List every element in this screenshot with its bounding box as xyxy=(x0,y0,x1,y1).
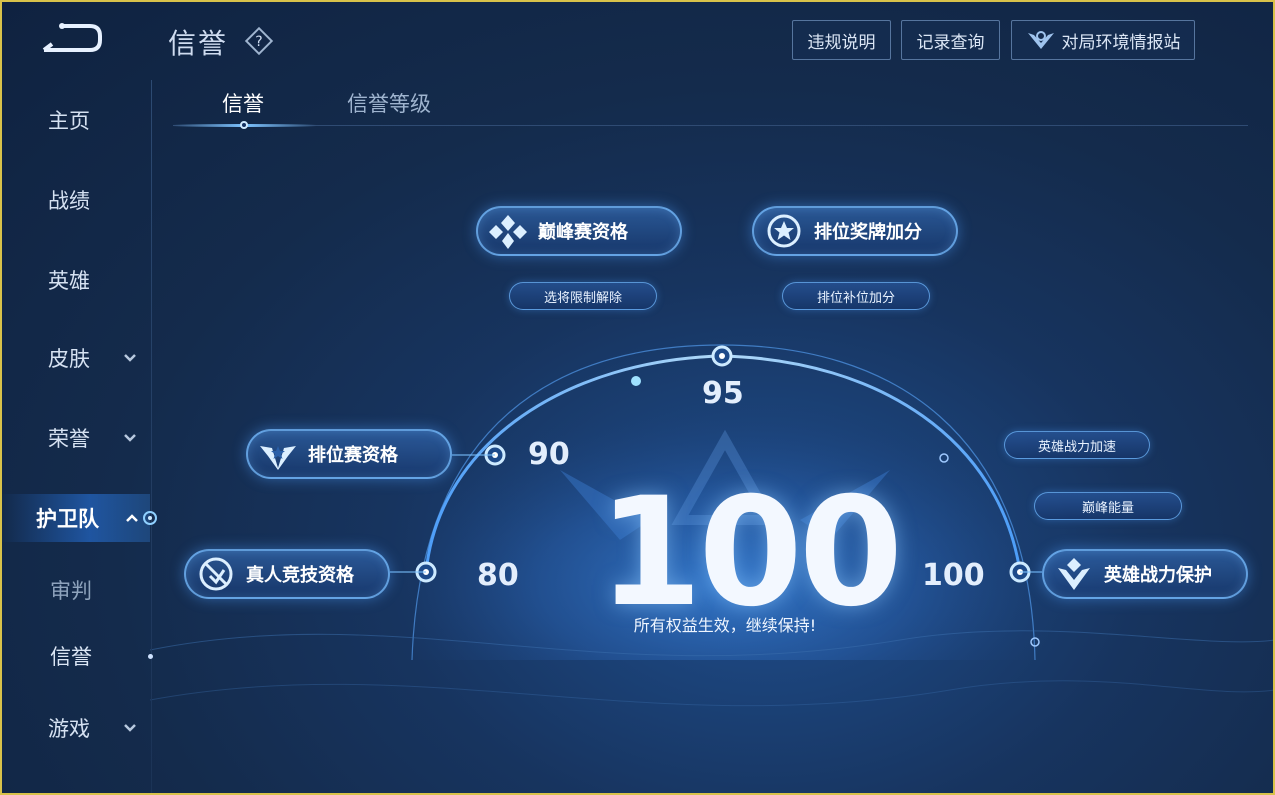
sidebar-item-judgment[interactable]: 审判 xyxy=(0,566,150,614)
credit-arc-graphic xyxy=(149,344,1275,707)
active-indicator xyxy=(143,511,157,525)
real-player-qualification-label: 真人竞技资格 xyxy=(246,565,354,586)
hero-power-protect-label: 英雄战力保护 xyxy=(1104,565,1212,586)
sidebar-item-heroes[interactable]: 英雄 xyxy=(0,256,150,304)
sidebar-item-label: 荣誉 xyxy=(48,427,90,451)
help-icon[interactable]: ? xyxy=(244,26,274,56)
rank-fill-bonus-pill[interactable]: 排位补位加分 xyxy=(782,282,930,310)
rank-medal-bonus-pill[interactable]: 排位奖牌加分 xyxy=(752,206,958,256)
match-environment-station-label: 对局环境情报站 xyxy=(1061,32,1181,53)
violation-rules-button[interactable]: 违规说明 xyxy=(792,20,891,60)
peak-energy-pill[interactable]: 巅峰能量 xyxy=(1034,492,1182,520)
ranked-qualification-label: 排位赛资格 xyxy=(308,445,398,466)
sidebar-item-credit[interactable]: 信誉 xyxy=(0,632,153,680)
tab-credit[interactable]: 信誉 xyxy=(222,88,264,118)
threshold-80: 80 xyxy=(477,558,519,593)
sidebar-item-game[interactable]: 游戏 xyxy=(0,704,150,752)
peak-qualification-pill[interactable]: 巅峰赛资格 xyxy=(476,206,682,256)
sidebar-item-label: 审判 xyxy=(50,579,92,603)
chevron-down-icon xyxy=(124,434,136,442)
violation-rules-label: 违规说明 xyxy=(807,32,876,53)
back-icon[interactable] xyxy=(38,22,104,54)
node-100 xyxy=(1009,561,1031,583)
chevron-up-icon xyxy=(126,514,138,522)
sidebar-item-label: 信誉 xyxy=(50,645,92,669)
medal-star-icon xyxy=(767,214,801,248)
peak-energy-label: 巅峰能量 xyxy=(1081,500,1134,516)
power-protect-icon xyxy=(1058,558,1090,590)
tab-divider xyxy=(173,125,1248,126)
sidebar-item-label: 护卫队 xyxy=(36,507,99,531)
peak-diamond-icon xyxy=(489,215,527,249)
sidebar-item-label: 游戏 xyxy=(48,717,90,741)
score-message: 所有权益生效，继续保持! xyxy=(633,616,817,635)
node-95 xyxy=(711,345,733,367)
sidebar-item-honor[interactable]: 荣誉 xyxy=(0,414,150,462)
hero-power-boost-pill[interactable]: 英雄战力加速 xyxy=(1004,431,1150,459)
threshold-100: 100 xyxy=(922,558,985,593)
sidebar-item-label: 英雄 xyxy=(48,269,90,293)
selected-dot xyxy=(148,653,153,659)
chevron-down-icon xyxy=(124,354,136,362)
ranked-wing-star-icon xyxy=(260,446,296,470)
sidebar-item-guard[interactable]: 护卫队 xyxy=(0,494,157,542)
ranked-qualification-pill[interactable]: 排位赛资格 xyxy=(246,429,452,479)
sidebar-item-skins[interactable]: 皮肤 xyxy=(0,334,150,382)
pick-restriction-lifted-pill[interactable]: 选将限制解除 xyxy=(509,282,657,310)
real-player-qualification-pill[interactable]: 真人竞技资格 xyxy=(184,549,390,599)
sidebar-item-record[interactable]: 战绩 xyxy=(0,176,150,224)
hero-power-protect-pill[interactable]: 英雄战力保护 xyxy=(1042,549,1248,599)
node-80 xyxy=(415,561,437,583)
peak-qualification-label: 巅峰赛资格 xyxy=(538,222,628,243)
pick-restriction-lifted-label: 选将限制解除 xyxy=(543,290,622,306)
chevron-down-icon xyxy=(124,724,136,732)
node-90 xyxy=(484,444,506,466)
svg-text:?: ? xyxy=(255,34,262,50)
sidebar-item-home[interactable]: 主页 xyxy=(0,96,150,144)
tab-active-dot xyxy=(240,121,248,129)
station-emblem-icon xyxy=(1027,31,1054,49)
threshold-90: 90 xyxy=(528,437,570,472)
page-title: 信誉 xyxy=(168,27,229,60)
threshold-95: 95 xyxy=(702,376,744,411)
sidebar-item-label: 战绩 xyxy=(48,189,90,213)
match-environment-station-button[interactable]: 对局环境情报站 xyxy=(1011,20,1195,60)
credit-score: 100 xyxy=(598,466,903,640)
tab-credit-level[interactable]: 信誉等级 xyxy=(347,88,431,118)
sidebar-item-label: 主页 xyxy=(48,109,90,133)
sidebar-divider xyxy=(151,80,152,795)
record-query-button[interactable]: 记录查询 xyxy=(901,20,1000,60)
no-bot-shield-icon xyxy=(199,557,233,591)
record-query-label: 记录查询 xyxy=(916,32,985,53)
sidebar-item-label: 皮肤 xyxy=(48,347,90,371)
rank-medal-bonus-label: 排位奖牌加分 xyxy=(814,222,922,243)
rank-fill-bonus-label: 排位补位加分 xyxy=(816,290,895,306)
window-frame xyxy=(0,0,1275,795)
hero-power-boost-label: 英雄战力加速 xyxy=(1037,439,1116,455)
